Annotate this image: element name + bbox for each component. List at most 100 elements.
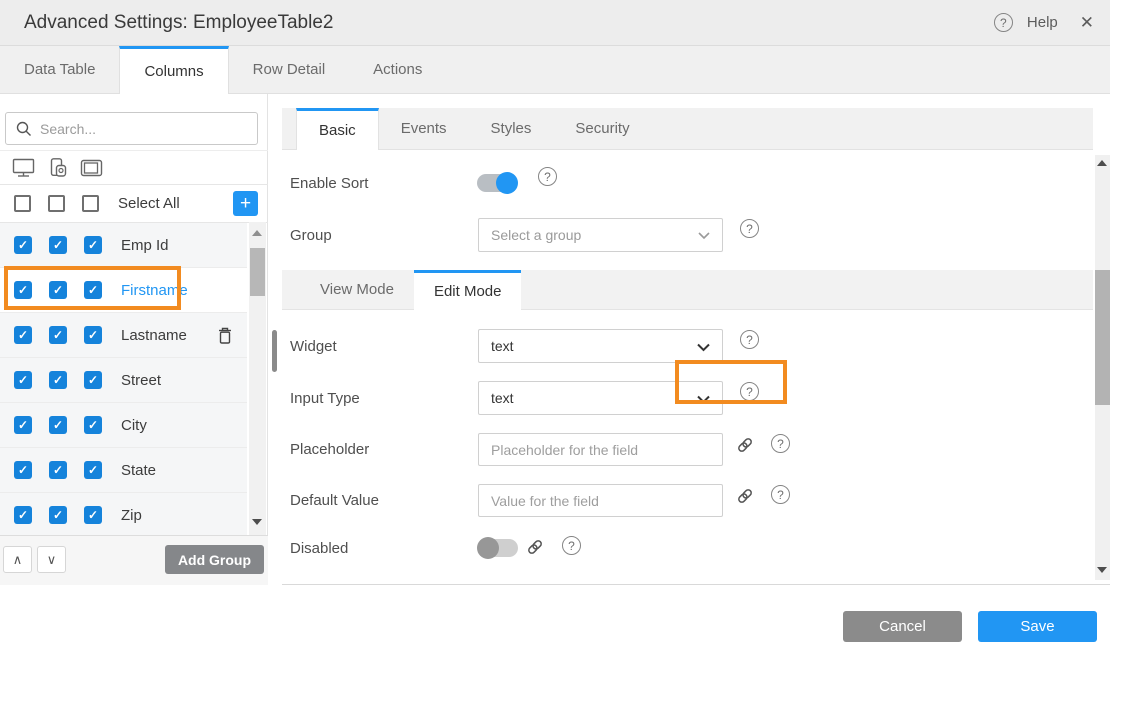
checkbox-checked[interactable]: ✓ [14, 281, 32, 299]
dialog-header: Advanced Settings: EmployeeTable2 ? Help… [0, 0, 1110, 46]
tab-styles[interactable]: Styles [469, 108, 554, 149]
tab-events[interactable]: Events [379, 108, 469, 149]
select-all-row: Select All + [0, 184, 268, 222]
group-row: Group Select a group ? [282, 218, 1093, 252]
widget-select-value: text [491, 338, 514, 354]
help-icon[interactable]: ? [771, 434, 790, 453]
column-label: State [121, 462, 156, 479]
widget-select[interactable]: text [478, 329, 723, 363]
help-icon[interactable]: ? [740, 330, 759, 349]
checkbox-checked[interactable]: ✓ [49, 371, 67, 389]
tab-security[interactable]: Security [553, 108, 651, 149]
scroll-down-arrow-icon[interactable] [1097, 567, 1107, 573]
checkbox-checked[interactable]: ✓ [49, 281, 67, 299]
scroll-up-arrow-icon[interactable] [1097, 160, 1107, 166]
checkbox-checked[interactable]: ✓ [84, 506, 102, 524]
settings-panel-scrollbar[interactable] [1095, 155, 1110, 580]
tab-view-mode[interactable]: View Mode [300, 270, 414, 309]
scroll-up-arrow-icon[interactable] [252, 230, 262, 236]
checkbox-checked[interactable]: ✓ [84, 236, 102, 254]
help-icon[interactable]: ? [740, 382, 759, 401]
tab-basic[interactable]: Basic [296, 108, 379, 150]
disabled-toggle[interactable] [478, 538, 518, 558]
checkbox-checked[interactable]: ✓ [14, 371, 32, 389]
column-row-street[interactable]: ✓ ✓ ✓ Street [0, 358, 247, 403]
help-icon[interactable]: ? [994, 13, 1013, 32]
help-icon[interactable]: ? [538, 167, 557, 186]
checkbox-checked[interactable]: ✓ [14, 326, 32, 344]
move-column-up-button[interactable]: ∧ [3, 546, 32, 573]
tab-actions[interactable]: Actions [349, 46, 446, 93]
chevron-down-icon [697, 343, 710, 352]
tab-row-detail[interactable]: Row Detail [229, 46, 350, 93]
checkbox-checked[interactable]: ✓ [14, 461, 32, 479]
sidebar-footer: ∧ ∨ Add Group [0, 535, 268, 585]
checkbox-checked[interactable]: ✓ [49, 416, 67, 434]
bind-link-icon[interactable] [735, 486, 755, 506]
tab-edit-mode[interactable]: Edit Mode [414, 270, 522, 310]
bind-link-icon[interactable] [735, 435, 755, 455]
move-column-down-button[interactable]: ∨ [37, 546, 66, 573]
group-select[interactable]: Select a group [478, 218, 723, 252]
bind-link-icon[interactable] [525, 537, 545, 557]
input-type-select[interactable]: text [478, 381, 723, 415]
save-button[interactable]: Save [978, 611, 1097, 642]
checkbox-checked[interactable]: ✓ [14, 236, 32, 254]
desktop-icon[interactable] [12, 158, 36, 178]
help-icon[interactable]: ? [771, 485, 790, 504]
add-group-button[interactable]: Add Group [165, 545, 264, 574]
select-all-checkbox-tablet[interactable] [82, 195, 99, 212]
search-input[interactable] [40, 121, 257, 137]
mobile-icon[interactable] [48, 158, 68, 178]
close-icon[interactable]: ✕ [1080, 13, 1094, 33]
chevron-up-icon: ∧ [13, 552, 23, 568]
panel-scrollbar-thumb[interactable] [272, 330, 277, 372]
dialog-title: Advanced Settings: EmployeeTable2 [24, 12, 333, 34]
checkbox-checked[interactable]: ✓ [84, 461, 102, 479]
cancel-button[interactable]: Cancel [843, 611, 962, 642]
tab-columns[interactable]: Columns [119, 46, 228, 94]
add-column-button[interactable]: + [233, 191, 258, 216]
help-icon[interactable]: ? [740, 219, 759, 238]
column-row-zip[interactable]: ✓ ✓ ✓ Zip [0, 493, 247, 535]
select-all-checkbox-mobile[interactable] [48, 195, 65, 212]
column-row-lastname[interactable]: ✓ ✓ ✓ Lastname [0, 313, 247, 358]
placeholder-input[interactable] [478, 433, 723, 466]
input-type-select-value: text [491, 390, 514, 406]
chevron-down-icon [698, 232, 710, 240]
checkbox-checked[interactable]: ✓ [49, 461, 67, 479]
checkbox-checked[interactable]: ✓ [84, 281, 102, 299]
select-all-label: Select All [118, 195, 180, 212]
trash-icon[interactable] [217, 326, 233, 345]
tab-data-table[interactable]: Data Table [0, 46, 119, 93]
enable-sort-toggle[interactable] [477, 173, 517, 193]
column-row-city[interactable]: ✓ ✓ ✓ City [0, 403, 247, 448]
disabled-label: Disabled [290, 540, 348, 557]
help-icon[interactable]: ? [562, 536, 581, 555]
scroll-down-arrow-icon[interactable] [252, 519, 262, 525]
column-row-firstname[interactable]: ✓ ✓ ✓ Firstname [0, 268, 247, 313]
tablet-icon[interactable] [80, 158, 104, 178]
checkbox-checked[interactable]: ✓ [49, 236, 67, 254]
checkbox-checked[interactable]: ✓ [84, 371, 102, 389]
group-select-value: Select a group [491, 227, 581, 243]
checkbox-checked[interactable]: ✓ [49, 326, 67, 344]
column-row-state[interactable]: ✓ ✓ ✓ State [0, 448, 247, 493]
scrollbar-thumb[interactable] [1095, 270, 1110, 405]
default-value-input[interactable] [478, 484, 723, 517]
column-list-scrollbar[interactable] [249, 222, 266, 535]
toggle-thumb [477, 537, 499, 559]
default-value-label: Default Value [290, 492, 379, 509]
chevron-down-icon [697, 395, 710, 404]
checkbox-checked[interactable]: ✓ [84, 416, 102, 434]
scrollbar-thumb[interactable] [250, 248, 265, 296]
help-link[interactable]: Help [1027, 14, 1058, 31]
search-icon [16, 121, 32, 137]
checkbox-checked[interactable]: ✓ [14, 416, 32, 434]
column-row-emp-id[interactable]: ✓ ✓ ✓ Emp Id [0, 223, 247, 268]
disabled-row: Disabled ? [282, 535, 1093, 561]
select-all-checkbox-desktop[interactable] [14, 195, 31, 212]
checkbox-checked[interactable]: ✓ [14, 506, 32, 524]
checkbox-checked[interactable]: ✓ [49, 506, 67, 524]
checkbox-checked[interactable]: ✓ [84, 326, 102, 344]
